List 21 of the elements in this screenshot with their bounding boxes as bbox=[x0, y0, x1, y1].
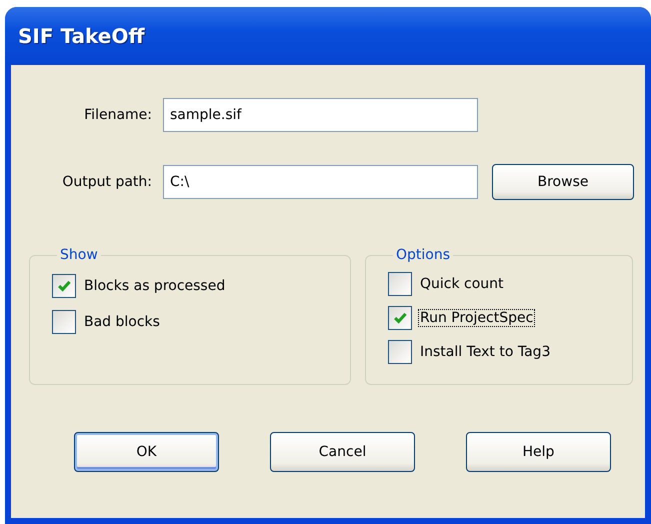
checkbox-label[interactable]: Bad blocks bbox=[82, 313, 162, 331]
checkbox-label[interactable]: Quick count bbox=[418, 275, 506, 293]
checkbox-label[interactable]: Run ProjectSpec bbox=[418, 309, 536, 327]
checkbox-label[interactable]: Blocks as processed bbox=[82, 277, 228, 295]
group-title: Show bbox=[59, 247, 99, 263]
checkbox[interactable] bbox=[52, 310, 76, 334]
dialog-button[interactable]: Help bbox=[466, 432, 611, 472]
text-field[interactable]: sample.sif bbox=[163, 98, 478, 132]
window-title: SIF TakeOff bbox=[18, 24, 145, 48]
checkbox[interactable] bbox=[388, 272, 412, 296]
dialog-button[interactable]: Cancel bbox=[270, 432, 415, 472]
browse-button[interactable]: Browse bbox=[492, 164, 634, 200]
field-label: Output path: bbox=[61, 174, 153, 190]
checkbox[interactable] bbox=[388, 306, 412, 330]
checkbox[interactable] bbox=[52, 274, 76, 298]
checkbox[interactable] bbox=[388, 340, 412, 364]
field-label: Filename: bbox=[83, 107, 153, 123]
group-title: Options bbox=[395, 247, 452, 263]
dialog-button[interactable]: OK bbox=[74, 432, 219, 472]
text-field[interactable]: C:\ bbox=[163, 165, 478, 199]
checkbox-label[interactable]: Install Text to Tag3 bbox=[418, 343, 552, 361]
